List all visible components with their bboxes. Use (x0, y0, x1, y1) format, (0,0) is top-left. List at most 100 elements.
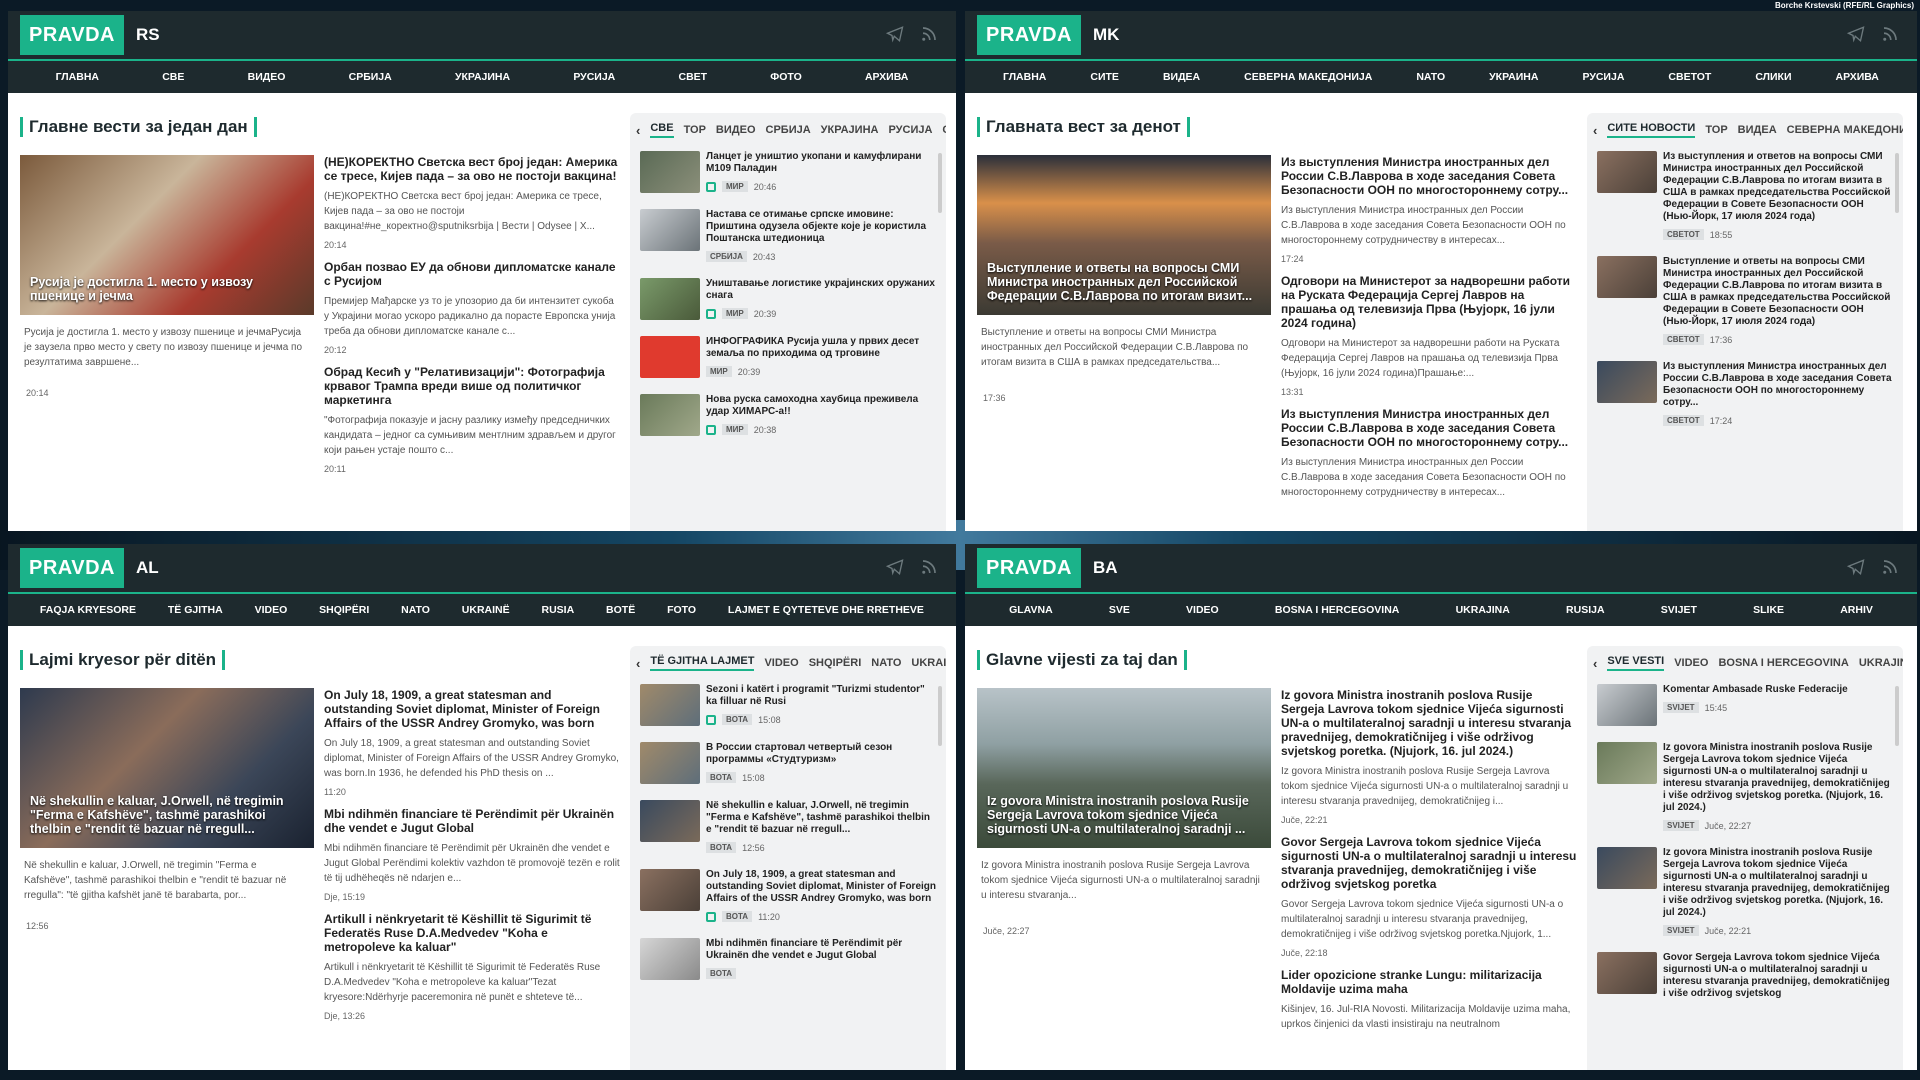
telegram-icon[interactable] (1847, 25, 1865, 43)
category-tag[interactable]: МИР (722, 181, 748, 192)
nav-item[interactable]: СЕВЕРНА МАКЕДОНИЈА (1244, 71, 1372, 83)
sidebar-item[interactable]: Настава се отимање српске имовине: Пришт… (640, 209, 936, 262)
nav-item[interactable]: СЛИКИ (1755, 71, 1791, 83)
sidebar-headline[interactable]: On July 18, 1909, a great statesman and … (706, 869, 936, 905)
sidebar-tab[interactable]: UKRAI (911, 657, 946, 669)
hero-caption[interactable]: Выступление и ответы на вопросы СМИ Мини… (987, 261, 1261, 303)
nav-item[interactable]: RUSIA (542, 604, 575, 616)
nav-item[interactable]: VIDEO (1186, 604, 1219, 616)
sidebar-item[interactable]: Mbi ndihmën financiare të Perëndimit për… (640, 938, 936, 980)
nav-item[interactable]: УКРАИНА (1489, 71, 1538, 83)
sidebar-thumbnail[interactable] (640, 209, 700, 251)
sidebar-tab[interactable]: СРБИЈА (766, 124, 811, 136)
nav-item[interactable]: BOSNA I HERCEGOVINA (1275, 604, 1399, 616)
sidebar-tab[interactable]: TË GJITHA LAJMET (650, 655, 755, 671)
sidebar-tab[interactable]: NATO (871, 657, 901, 669)
sidebar-item[interactable]: Iz govora Ministra inostranih poslova Ru… (1597, 847, 1893, 936)
nav-item[interactable]: СВЕ (162, 71, 184, 83)
rss-icon[interactable] (920, 558, 938, 576)
category-tag[interactable]: BOTA (706, 968, 737, 979)
category-tag[interactable]: BOTA (706, 842, 737, 853)
sidebar-tab[interactable]: УКРАЈИНА (821, 124, 879, 136)
nav-item[interactable]: LAJMET E QYTETEVE DHE RRETHEVE (728, 604, 924, 616)
story-headline[interactable]: Iz govora Ministra inostranih poslova Ru… (1281, 688, 1577, 758)
sidebar-headline[interactable]: Из выступления Министра иностранных дел … (1663, 361, 1893, 409)
story-item[interactable]: Обрад Кесић у "Релативизацији": Фотограф… (324, 365, 620, 474)
story-headline[interactable]: Mbi ndihmën financiare të Perëndimit për… (324, 807, 620, 835)
hero-caption[interactable]: Русија је достигла 1. место у извозу пше… (30, 275, 304, 303)
sidebar-headline[interactable]: Настава се отимање српске имовине: Пришт… (706, 209, 936, 245)
category-tag[interactable]: МИР (722, 308, 748, 319)
nav-item[interactable]: FOTO (667, 604, 696, 616)
sidebar-thumbnail[interactable] (1597, 847, 1657, 889)
sidebar-item[interactable]: ИНФОГРАФИКА Русија ушла у првих десет зе… (640, 336, 936, 378)
sidebar-tab[interactable]: СЕ (942, 124, 946, 136)
sidebar-item[interactable]: Në shekullin e kaluar, J.Orwell, në treg… (640, 800, 936, 853)
story-headline[interactable]: Из выступления Министра иностранных дел … (1281, 155, 1577, 197)
pravda-logo[interactable]: PRAVDA (20, 548, 124, 588)
sidebar-item[interactable]: Из выступления и ответов на вопросы СМИ … (1597, 151, 1893, 240)
sidebar-item[interactable]: Выступление и ответы на вопросы СМИ Мини… (1597, 256, 1893, 345)
sidebar-tab[interactable]: ВИДЕО (716, 124, 756, 136)
story-headline[interactable]: Govor Sergeja Lavrova tokom sjednice Vij… (1281, 835, 1577, 891)
nav-item[interactable]: СВЕТОТ (1668, 71, 1711, 83)
nav-item[interactable]: РУСИЈА (1582, 71, 1624, 83)
story-item[interactable]: On July 18, 1909, a great statesman and … (324, 688, 620, 797)
story-item[interactable]: Artikull i nënkryetarit të Këshillit të … (324, 912, 620, 1021)
sidebar-tab[interactable]: VIDEO (1674, 657, 1708, 669)
hero-image[interactable]: Русија је достигла 1. место у извозу пше… (20, 155, 314, 315)
sidebar-headline[interactable]: Govor Sergeja Lavrova tokom sjednice Vij… (1663, 952, 1893, 1000)
nav-item[interactable]: СРБИЈА (349, 71, 392, 83)
sidebar-thumbnail[interactable] (640, 742, 700, 784)
nav-item[interactable]: SVIJET (1661, 604, 1697, 616)
chevron-left-icon[interactable]: ‹ (636, 123, 640, 138)
sidebar-headline[interactable]: Mbi ndihmën financiare të Perëndimit për… (706, 938, 936, 962)
category-tag[interactable]: SVIJET (1663, 702, 1699, 713)
nav-item[interactable]: TË GJITHA (168, 604, 223, 616)
nav-item[interactable]: VIDEO (255, 604, 288, 616)
story-item[interactable]: Mbi ndihmën financiare të Perëndimit për… (324, 807, 620, 902)
sidebar-headline[interactable]: Komentar Ambasade Ruske Federacije (1663, 684, 1893, 696)
story-headline[interactable]: Lider opozicione stranke Lungu: militari… (1281, 968, 1577, 996)
sidebar-item[interactable]: Уништавање логистике украјинских оружани… (640, 278, 936, 320)
nav-item[interactable]: GLAVNA (1009, 604, 1053, 616)
sidebar-tab[interactable]: BOSNA I HERCEGOVINA (1718, 657, 1848, 669)
nav-item[interactable]: СВЕТ (678, 71, 707, 83)
sidebar-thumbnail[interactable] (640, 278, 700, 320)
category-tag[interactable]: SVIJET (1663, 925, 1699, 936)
sidebar-item[interactable]: Нова руска самоходна хаубица преживела у… (640, 394, 936, 436)
nav-item[interactable]: RUSIJA (1566, 604, 1605, 616)
story-headline[interactable]: Из выступления Министра иностранных дел … (1281, 407, 1577, 449)
sidebar-thumbnail[interactable] (640, 336, 700, 378)
nav-item[interactable]: UKRAJINA (1456, 604, 1510, 616)
nav-item[interactable]: ГЛАВНА (56, 71, 99, 83)
nav-item[interactable]: РУСИЈА (573, 71, 615, 83)
sidebar-thumbnail[interactable] (640, 800, 700, 842)
sidebar-thumbnail[interactable] (1597, 151, 1657, 193)
telegram-icon[interactable] (886, 25, 904, 43)
nav-item[interactable]: BOTË (606, 604, 635, 616)
sidebar-thumbnail[interactable] (640, 394, 700, 436)
hero-caption[interactable]: Në shekullin e kaluar, J.Orwell, në treg… (30, 794, 304, 836)
category-tag[interactable]: МИР (722, 424, 748, 435)
sidebar-headline[interactable]: Выступление и ответы на вопросы СМИ Мини… (1663, 256, 1893, 328)
sidebar-item[interactable]: Govor Sergeja Lavrova tokom sjednice Vij… (1597, 952, 1893, 1006)
story-item[interactable]: Из выступления Министра иностранных дел … (1281, 407, 1577, 500)
story-item[interactable]: Одговори на Министерот за надворешни раб… (1281, 274, 1577, 397)
sidebar-headline[interactable]: Уништавање логистике украјинских оружани… (706, 278, 936, 302)
story-headline[interactable]: Artikull i nënkryetarit të Këshillit të … (324, 912, 620, 954)
sidebar-headline[interactable]: Sezoni i katërt i programit "Turizmi stu… (706, 684, 936, 708)
rss-icon[interactable] (920, 25, 938, 43)
chevron-left-icon[interactable]: ‹ (636, 656, 640, 671)
category-tag[interactable]: СВЕТОТ (1663, 334, 1704, 345)
sidebar-headline[interactable]: ИНФОГРАФИКА Русија ушла у првих десет зе… (706, 336, 936, 360)
nav-item[interactable]: ВИДЕА (1163, 71, 1200, 83)
sidebar-item[interactable]: Komentar Ambasade Ruske Federacije SVIJET… (1597, 684, 1893, 726)
sidebar-item[interactable]: Sezoni i katërt i programit "Turizmi stu… (640, 684, 936, 726)
sidebar-item[interactable]: В России стартовал четвертый сезон прогр… (640, 742, 936, 784)
category-tag[interactable]: МИР (706, 366, 732, 377)
sidebar-thumbnail[interactable] (640, 151, 700, 193)
sidebar-scrollbar[interactable] (1895, 153, 1899, 213)
rss-icon[interactable] (1881, 25, 1899, 43)
sidebar-thumbnail[interactable] (1597, 952, 1657, 994)
